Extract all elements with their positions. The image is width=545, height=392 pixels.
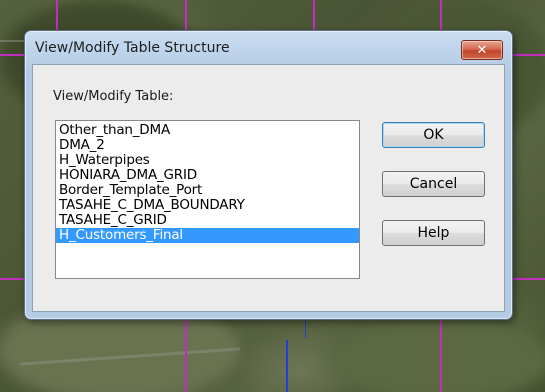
list-item[interactable]: TASAHE_C_DMA_BOUNDARY (56, 198, 359, 213)
list-item[interactable]: HONIARA_DMA_GRID (56, 168, 359, 183)
grid-line (0, 278, 24, 280)
grid-line (313, 0, 315, 30)
grid-line (440, 318, 442, 392)
grid-line (185, 0, 187, 30)
list-item[interactable]: H_Customers_Final (56, 228, 359, 243)
table-listbox[interactable]: Other_than_DMA DMA_2 H_Waterpipes HONIARA_D… (55, 120, 360, 279)
help-button[interactable]: Help (382, 220, 485, 246)
table-structure-dialog: View/Modify Table Structure ✕ View/Modif… (24, 30, 513, 320)
grid-line (0, 54, 24, 56)
list-item[interactable]: TASAHE_C_GRID (56, 213, 359, 228)
grid-line (511, 54, 545, 56)
close-icon: ✕ (476, 42, 488, 58)
list-item[interactable]: Other_than_DMA (56, 123, 359, 138)
cancel-button[interactable]: Cancel (382, 171, 485, 197)
grid-line (440, 0, 442, 30)
title-bar[interactable]: View/Modify Table Structure ✕ (25, 31, 512, 63)
pipe-line (286, 340, 288, 392)
list-item[interactable]: Border_Template_Port (56, 183, 359, 198)
map-field (330, 320, 545, 392)
grid-line (56, 0, 58, 30)
ok-button[interactable]: OK (382, 122, 485, 148)
list-item[interactable]: DMA_2 (56, 138, 359, 153)
close-button[interactable]: ✕ (461, 40, 503, 60)
grid-line (511, 278, 545, 280)
grid-line (185, 318, 187, 392)
pipe-line (305, 318, 306, 338)
table-list-label: View/Modify Table: (53, 89, 174, 104)
list-item[interactable]: H_Waterpipes (56, 153, 359, 168)
dialog-title: View/Modify Table Structure (35, 40, 230, 56)
dialog-body: View/Modify Table: Other_than_DMA DMA_2 H_… (32, 64, 505, 312)
